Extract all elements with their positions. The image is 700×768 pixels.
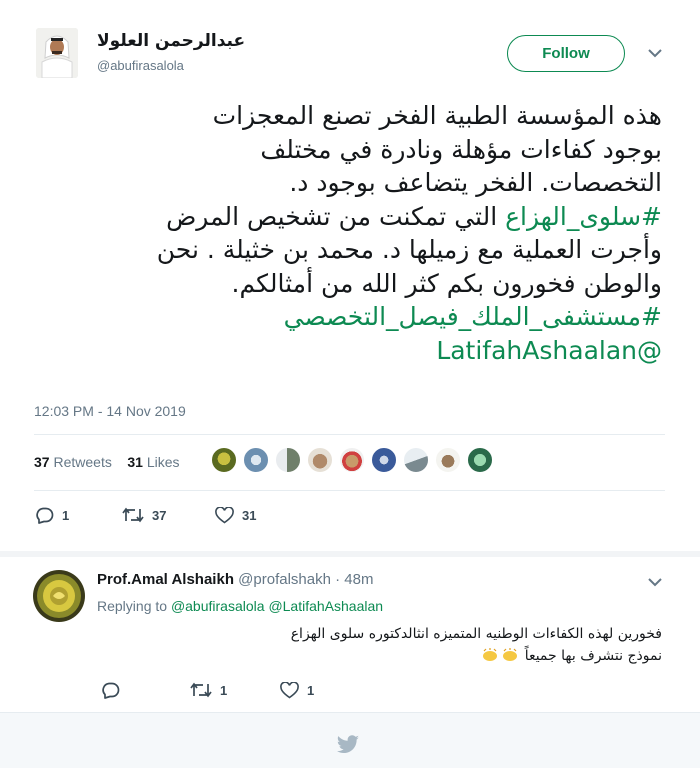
- mention-link[interactable]: @LatifahAshaalan: [22, 334, 662, 368]
- replying-to-link[interactable]: @LatifahAshaalan: [268, 598, 383, 614]
- clapping-hands-icon: [503, 648, 518, 661]
- tweet-text-line: التخصصات. الفخر يتضاعف بوجود د.: [289, 168, 662, 197]
- author-handle[interactable]: @abufirasalola: [97, 58, 184, 73]
- footer-band: [0, 712, 700, 768]
- liker-avatars: [211, 447, 499, 475]
- reply-actions: 1 1: [0, 682, 700, 702]
- author-avatar[interactable]: [36, 28, 78, 78]
- main-tweet: عبدالرحمن العلولا @abufirasalola Follow …: [0, 0, 700, 550]
- tweet-text: هذه المؤسسة الطبية الفخر تصنع المعجزات ب…: [22, 99, 662, 367]
- clapping-hands-icon: [483, 648, 498, 661]
- liker-avatar[interactable]: [371, 447, 397, 473]
- like-count: 31: [242, 508, 257, 523]
- retweets-label[interactable]: Retweets: [53, 454, 111, 470]
- liker-avatar[interactable]: [403, 447, 429, 473]
- reply-like-count: 1: [307, 683, 315, 698]
- liker-avatar[interactable]: [243, 447, 269, 473]
- reply-count: 1: [62, 508, 70, 523]
- reply-author-handle[interactable]: @profalshakh: [238, 571, 331, 588]
- reply-like-action[interactable]: 1: [280, 682, 314, 699]
- twitter-bird-icon: [336, 735, 360, 759]
- retweet-icon: [190, 682, 212, 698]
- follow-button[interactable]: Follow: [507, 35, 625, 72]
- liker-avatar[interactable]: [467, 447, 493, 473]
- tweet-text-line: بوجود كفاءات مؤهلة ونادرة في مختلف: [260, 134, 662, 164]
- liker-avatar[interactable]: [307, 447, 333, 473]
- tweet-text-line: هذه المؤسسة الطبية الفخر تصنع المعجزات: [212, 101, 662, 130]
- reply-time[interactable]: 48m: [344, 571, 373, 588]
- hashtag-link[interactable]: #مستشفى_الملك_فيصل_التخصصي: [22, 300, 662, 334]
- reply-author-name[interactable]: Prof.Amal Alshaikh: [97, 571, 234, 588]
- reply-separator: ·: [335, 571, 341, 588]
- divider: [34, 490, 665, 491]
- tweet-actions: 1 37 31: [0, 507, 700, 527]
- chevron-down-icon[interactable]: [647, 48, 663, 58]
- tweet-text-line: #سلوى_الهزاع التي تمكنت من تشخيص المرض: [22, 200, 662, 234]
- liker-avatar[interactable]: [435, 447, 461, 473]
- tweet-text-fragment: التي تمكنت من تشخيص المرض: [166, 201, 506, 231]
- reply-icon: [36, 507, 54, 524]
- divider: [34, 434, 665, 435]
- reply-author-avatar[interactable]: [33, 570, 85, 622]
- reply-retweet-count: 1: [220, 682, 228, 698]
- retweet-icon: [122, 507, 144, 523]
- liker-avatar[interactable]: [339, 447, 365, 473]
- retweet-count: 37: [152, 507, 167, 523]
- reply-icon: [102, 682, 120, 699]
- liker-avatar[interactable]: [211, 447, 237, 473]
- reply-action[interactable]: 1: [35, 507, 69, 524]
- reply-header: Prof.Amal Alshaikh @profalshakh · 48m: [97, 571, 373, 588]
- replying-to: Replying to @abufirasalola @LatifahAshaa…: [97, 598, 383, 614]
- replying-to-link[interactable]: @abufirasalola: [171, 598, 265, 614]
- tweet-text-line: والوطن فخورون بكم كثر الله من أمثالكم.: [231, 268, 662, 298]
- heart-icon: [215, 507, 234, 524]
- like-action[interactable]: 31: [215, 507, 256, 524]
- retweets-count[interactable]: 37: [34, 454, 50, 470]
- reply-retweet-action[interactable]: 1: [190, 682, 227, 698]
- liker-avatar[interactable]: [275, 447, 301, 473]
- reply-text-line: نموذج نتشرف بها جميعاً: [102, 645, 662, 667]
- reply-reply-action[interactable]: [101, 682, 128, 699]
- heart-icon: [280, 682, 299, 699]
- tweet-text-line: وأجرت العملية مع زميلها د. محمد بن خثيلة…: [156, 235, 662, 264]
- engagement-stats: 37 Retweets 31 Likes: [34, 454, 180, 470]
- replying-prefix: Replying to: [97, 598, 168, 614]
- reply-text-line: فخورين لهذه الكفاءات الوطنيه المتميزه ان…: [290, 626, 662, 642]
- likes-count[interactable]: 31: [127, 454, 143, 470]
- hashtag-link[interactable]: #سلوى_الهزاع: [505, 202, 662, 231]
- author-name[interactable]: عبدالرحمن العلولا: [97, 31, 245, 51]
- reply-text-fragment: نموذج نتشرف بها جميعاً: [524, 648, 662, 664]
- likes-label[interactable]: Likes: [147, 454, 180, 470]
- chevron-down-icon[interactable]: [647, 577, 663, 587]
- retweet-action[interactable]: 37: [122, 507, 166, 523]
- reply-text: فخورين لهذه الكفاءات الوطنيه المتميزه ان…: [102, 623, 662, 667]
- tweet-timestamp[interactable]: 12:03 PM - 14 Nov 2019: [34, 403, 186, 419]
